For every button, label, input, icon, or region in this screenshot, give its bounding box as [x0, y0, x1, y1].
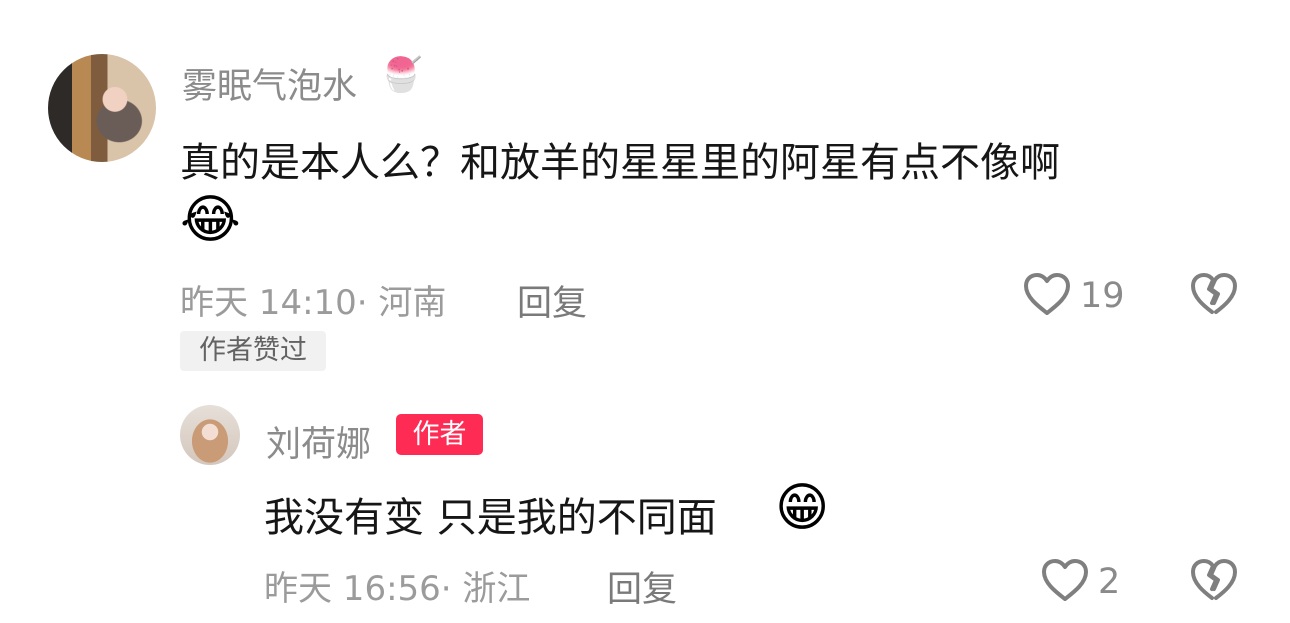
reply-timestamp-location: 昨天 16:56· 浙江 — [264, 569, 531, 609]
heart-outline-icon — [1042, 559, 1088, 601]
like-button[interactable] — [1022, 272, 1072, 316]
broken-heart-icon — [1191, 559, 1237, 600]
like-button[interactable] — [1040, 558, 1090, 602]
reply-button[interactable]: 回复 — [517, 275, 587, 326]
heart-outline-icon — [1024, 273, 1070, 315]
avatar[interactable] — [48, 54, 156, 162]
grinning-face-emoji-icon: 😁 — [775, 478, 830, 538]
author-liked-tag: 作者赞过 — [180, 331, 326, 371]
reply-username[interactable]: 刘荷娜 — [266, 416, 371, 467]
dislike-button[interactable] — [1190, 272, 1238, 316]
avatar[interactable] — [180, 405, 240, 465]
comment-text: 真的是本人么？和放羊的星星里的阿星有点不像啊 — [180, 140, 1060, 186]
comment-timestamp-location: 昨天 14:10· 河南 — [180, 283, 447, 323]
reply-button[interactable]: 回复 — [607, 561, 677, 612]
like-count: 19 — [1080, 276, 1125, 316]
comment-username[interactable]: 雾眠气泡水 — [182, 58, 357, 109]
reply-text: 我没有变 只是我的不同面 — [264, 495, 717, 541]
dislike-button[interactable] — [1190, 558, 1238, 602]
like-count: 2 — [1098, 562, 1121, 602]
shaved-ice-emoji-icon: 🍧 — [380, 55, 423, 95]
broken-heart-icon — [1191, 273, 1237, 314]
author-badge: 作者 — [396, 414, 483, 455]
laughing-face-emoji-icon: 😂 — [180, 190, 241, 250]
